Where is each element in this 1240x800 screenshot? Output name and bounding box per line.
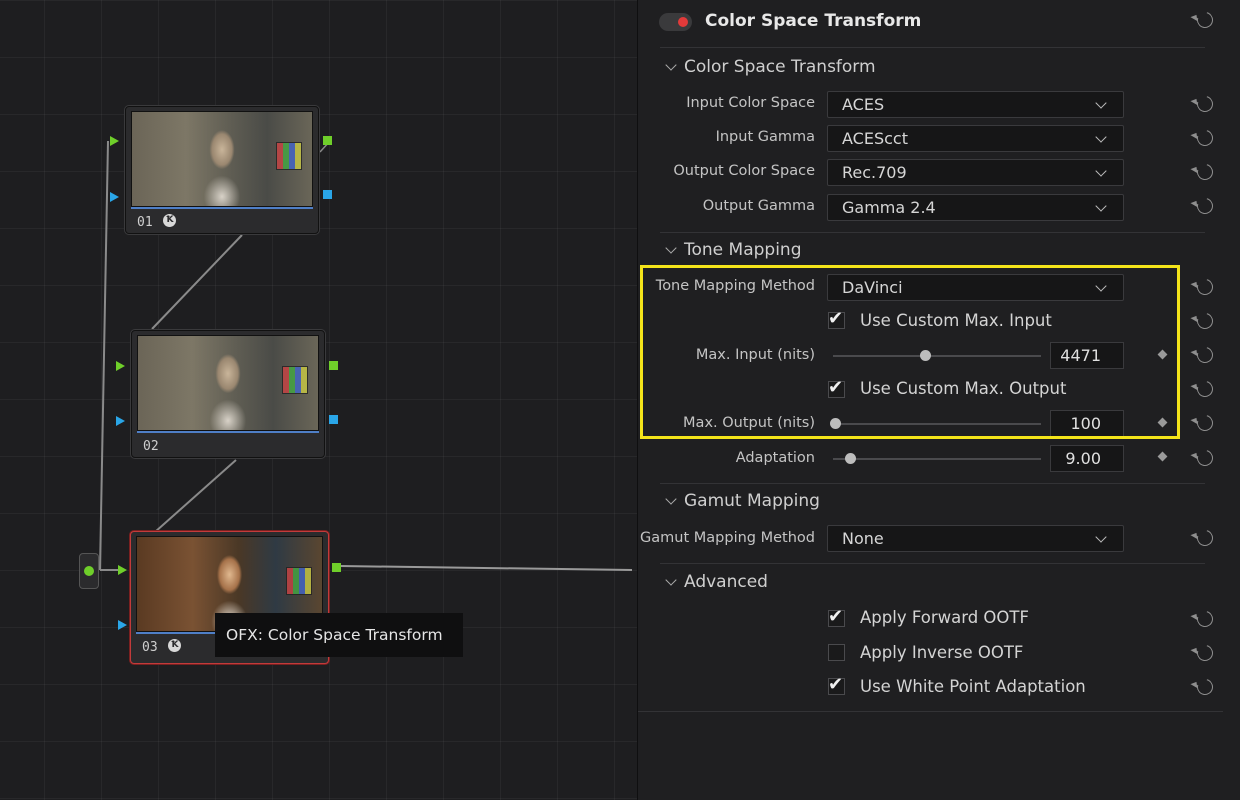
effect-enable-toggle[interactable] [659,13,692,31]
section-header-gamut-mapping[interactable]: Gamut Mapping [684,491,820,511]
alpha-input-port[interactable] [118,620,127,630]
adaptation-label: Adaptation [735,450,815,466]
source-input-node[interactable] [79,553,99,589]
reset-icon[interactable] [1194,642,1216,664]
checkmark-icon: ✔ [828,606,844,627]
reset-icon[interactable] [1194,276,1216,298]
reset-icon[interactable] [1194,344,1216,366]
gamut-mapping-method-dropdown[interactable]: None [827,525,1124,552]
node-label: 02 [143,439,159,454]
reset-icon[interactable] [1194,527,1216,549]
reset-icon[interactable] [1194,195,1216,217]
dropdown-value: ACES [842,95,885,114]
input-color-space-label: Input Color Space [686,95,815,111]
adaptation-slider-handle[interactable] [845,453,856,464]
reset-icon[interactable] [1194,447,1216,469]
chevron-down-icon [1095,200,1107,212]
apply-forward-ootf-label[interactable]: Apply Forward OOTF [860,608,1029,627]
input-gamma-dropdown[interactable]: ACEScct [827,125,1124,152]
reset-icon[interactable] [1194,378,1216,400]
reset-icon[interactable] [1194,127,1216,149]
highlight-annotation-box [640,265,1180,439]
rgb-input-port[interactable] [110,136,119,146]
chevron-down-icon [1095,165,1107,177]
adaptation-value-field[interactable]: 9.00 [1050,445,1124,472]
input-color-space-dropdown[interactable]: ACES [827,91,1124,118]
rgb-output-port[interactable] [329,361,338,370]
node-thumbnail [137,335,319,431]
fx-icon: Ꝁ [168,639,181,652]
use-white-point-adaptation-label[interactable]: Use White Point Adaptation [860,677,1086,696]
node-tooltip: OFX: Color Space Transform [215,613,463,657]
node-progress-bar [131,207,313,209]
input-gamma-label: Input Gamma [715,129,815,145]
node-thumbnail [131,111,313,207]
toggle-knob [678,17,688,27]
gamut-mapping-method-label: Gamut Mapping Method [640,530,815,546]
rgb-input-port[interactable] [116,361,125,371]
section-header-tone-mapping[interactable]: Tone Mapping [684,240,802,260]
chevron-down-icon [1095,531,1107,543]
source-output-dot [84,566,94,576]
output-color-space-label: Output Color Space [673,163,815,179]
rgb-output-port[interactable] [332,563,341,572]
chevron-down-icon[interactable] [665,242,677,254]
color-chart [286,567,312,595]
apply-inverse-ootf-checkbox[interactable] [828,644,845,661]
divider [660,47,1205,48]
color-chart [282,366,308,394]
reset-icon[interactable] [1194,412,1216,434]
chevron-down-icon[interactable] [665,59,677,71]
output-gamma-dropdown[interactable]: Gamma 2.4 [827,194,1124,221]
reset-icon[interactable] [1194,161,1216,183]
alpha-input-port[interactable] [110,192,119,202]
divider [660,563,1205,564]
node-label: 01 [137,215,153,230]
apply-inverse-ootf-label[interactable]: Apply Inverse OOTF [860,643,1023,662]
node-02[interactable]: 02 [131,330,325,458]
divider [660,483,1205,484]
node-label: 03 [142,640,158,655]
adaptation-slider[interactable] [833,458,1041,460]
panel-title: Color Space Transform [705,11,922,31]
keyframe-diamond-icon[interactable] [1157,451,1168,462]
use-white-point-adaptation-checkbox[interactable]: ✔ [828,674,845,695]
color-chart [276,142,302,170]
chevron-down-icon[interactable] [665,493,677,505]
alpha-input-port[interactable] [116,416,125,426]
dropdown-value: None [842,529,884,548]
output-gamma-label: Output Gamma [702,198,815,214]
reset-icon[interactable] [1194,93,1216,115]
rgb-output-port[interactable] [323,136,332,145]
fx-icon: Ꝁ [163,214,176,227]
divider [660,232,1205,233]
node-progress-bar [137,431,319,433]
node-graph[interactable]: 01 Ꝁ 02 03 Ꝁ OFX: Color Space Transform [0,0,637,800]
alpha-output-port[interactable] [329,415,338,424]
node-01[interactable]: 01 Ꝁ [125,106,319,234]
output-color-space-dropdown[interactable]: Rec.709 [827,159,1124,186]
reset-all-icon[interactable] [1194,9,1216,31]
inspector-panel: Color Space Transform Color Space Transf… [637,0,1240,800]
rgb-input-port[interactable] [118,565,127,575]
checkmark-icon: ✔ [828,674,844,695]
dropdown-value: Rec.709 [842,163,907,182]
divider [638,711,1223,712]
section-header-cst[interactable]: Color Space Transform [684,57,876,77]
reset-icon[interactable] [1194,676,1216,698]
chevron-down-icon [1095,97,1107,109]
reset-icon[interactable] [1194,310,1216,332]
chevron-down-icon [1095,131,1107,143]
dropdown-value: Gamma 2.4 [842,198,936,217]
alpha-output-port[interactable] [323,190,332,199]
section-header-advanced[interactable]: Advanced [684,572,768,592]
reset-icon[interactable] [1194,608,1216,630]
chevron-down-icon[interactable] [665,574,677,586]
dropdown-value: ACEScct [842,129,908,148]
apply-forward-ootf-checkbox[interactable]: ✔ [828,606,845,627]
